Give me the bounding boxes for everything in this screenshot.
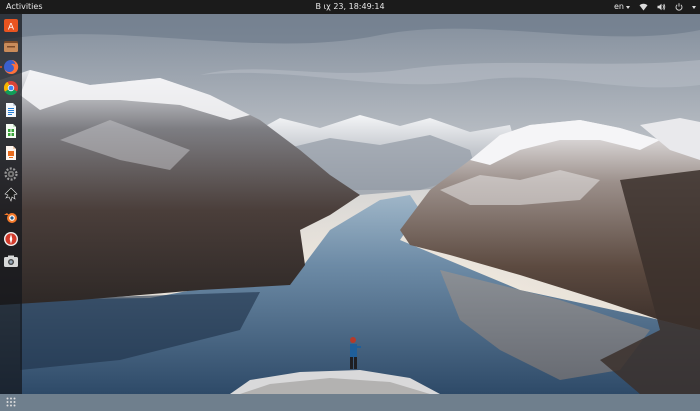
language-label: en [614, 2, 624, 11]
libreoffice-impress-icon[interactable] [3, 145, 19, 161]
desktop-wallpaper [0, 0, 700, 394]
system-tray: en [614, 0, 696, 14]
clock-datetime[interactable]: Β ιχ 23, 18:49:14 [315, 2, 384, 11]
running-indicator [0, 66, 2, 68]
dock: A [0, 14, 22, 407]
power-icon[interactable] [675, 3, 683, 11]
inkscape-icon[interactable] [3, 187, 19, 203]
ubuntu-software-icon[interactable]: A [3, 17, 19, 33]
gear-icon[interactable] [3, 166, 19, 182]
camera-icon[interactable] [3, 253, 19, 269]
keyboard-layout-indicator[interactable]: en [614, 0, 630, 14]
compass-icon[interactable] [3, 231, 19, 247]
libreoffice-writer-icon[interactable] [3, 102, 19, 118]
volume-icon[interactable] [657, 3, 666, 11]
activities-button[interactable]: Activities [6, 0, 43, 14]
top-bar: Activities Β ιχ 23, 18:49:14 en [0, 0, 700, 14]
blender-icon[interactable] [3, 209, 19, 225]
chrome-icon[interactable] [3, 80, 19, 96]
clock-container: Β ιχ 23, 18:49:14 [0, 0, 700, 14]
firefox-icon[interactable] [3, 59, 19, 75]
chevron-down-icon [626, 5, 630, 9]
wifi-icon[interactable] [639, 3, 648, 11]
file-manager-icon[interactable] [3, 38, 19, 54]
system-menu-chevron-icon[interactable] [692, 5, 696, 9]
svg-text:A: A [8, 23, 15, 33]
libreoffice-calc-icon[interactable] [3, 123, 19, 139]
